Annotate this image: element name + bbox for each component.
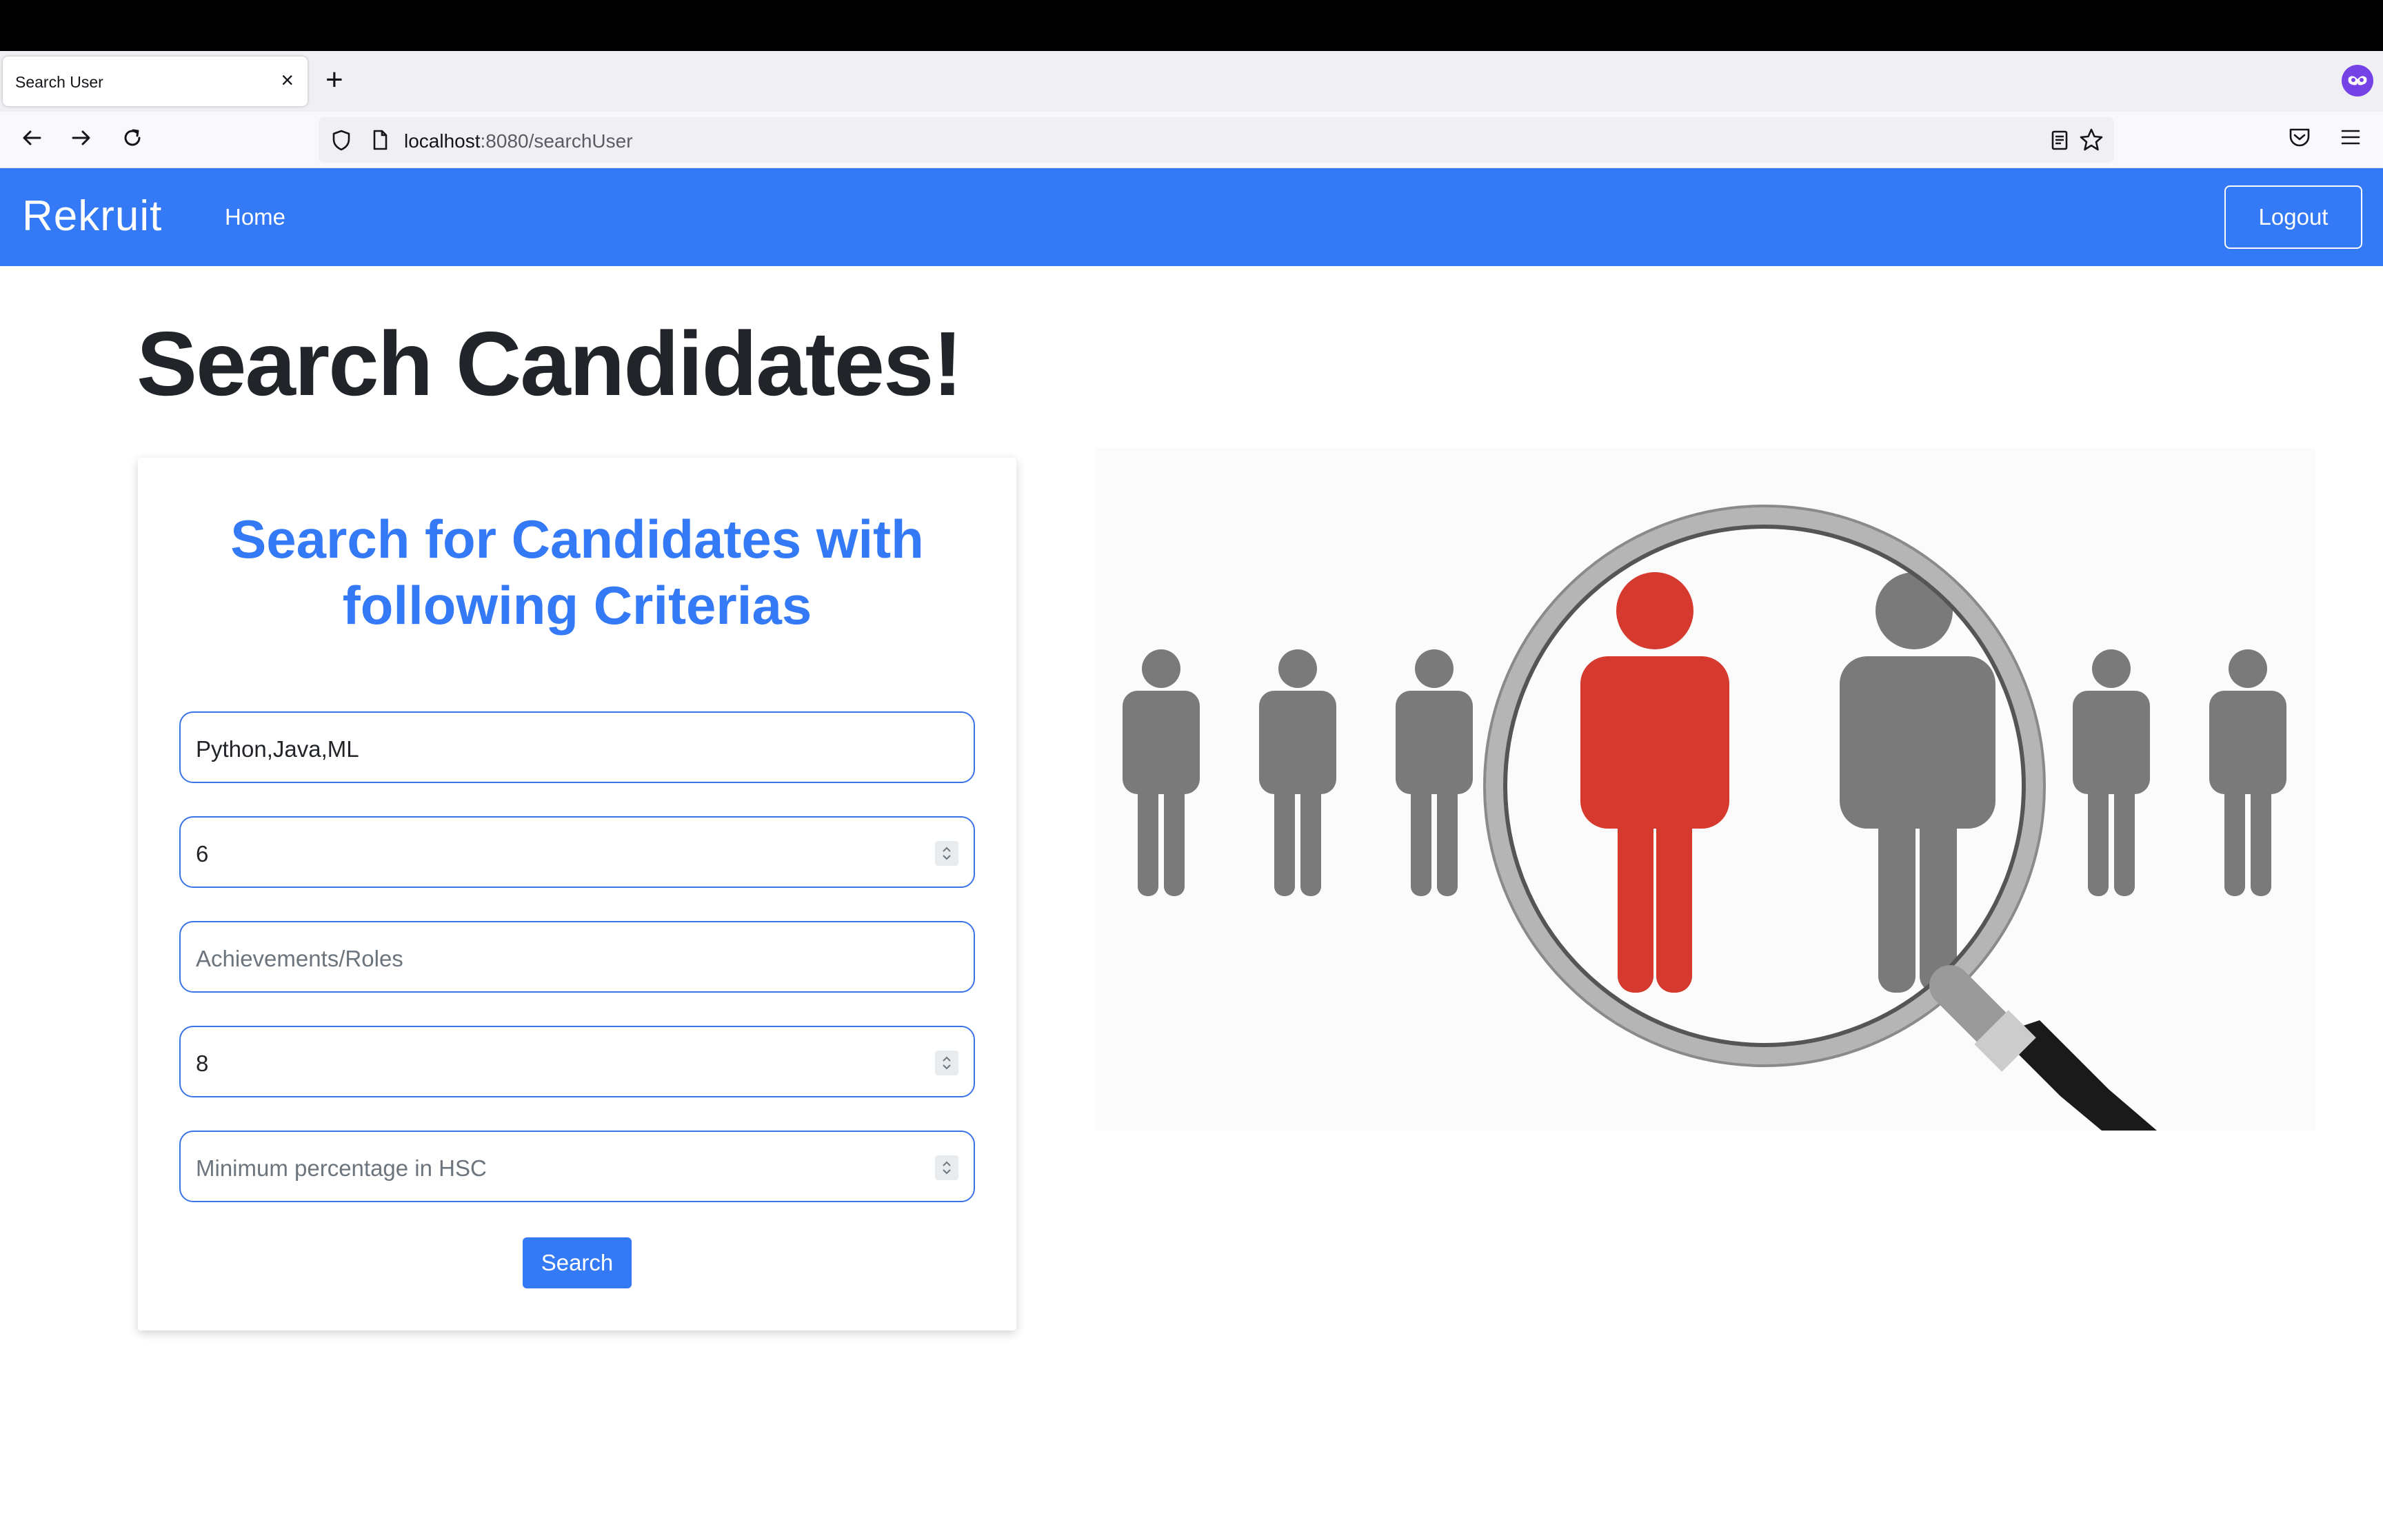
- experience-input-value: 6: [196, 841, 209, 867]
- cgpa-stepper-icon[interactable]: [935, 1051, 958, 1075]
- page-title: Search Candidates!: [137, 313, 963, 414]
- back-arrow-icon[interactable]: [18, 124, 48, 154]
- url-bar[interactable]: localhost:8080/searchUser: [319, 117, 2114, 163]
- brand-logo[interactable]: Rekruit: [22, 192, 162, 241]
- reload-icon[interactable]: [119, 124, 149, 154]
- search-button[interactable]: Search: [523, 1237, 632, 1288]
- hamburger-menu-icon[interactable]: [2337, 124, 2364, 154]
- hsc-percentage-input[interactable]: Minimum percentage in HSC: [179, 1131, 975, 1202]
- cgpa-input-value: 8: [196, 1051, 209, 1076]
- private-browsing-icon[interactable]: [2342, 65, 2373, 97]
- forward-arrow-icon[interactable]: [68, 124, 98, 154]
- candidate-search-illustration: [1095, 448, 2315, 1131]
- browser-tab-strip: Search User × +: [0, 51, 2383, 112]
- bookmark-star-icon[interactable]: [2078, 127, 2104, 156]
- form-title: Search for Candidates with following Cri…: [230, 509, 924, 636]
- tab-close-icon[interactable]: ×: [281, 69, 294, 91]
- shield-icon[interactable]: [330, 128, 353, 155]
- page-info-icon[interactable]: [368, 128, 392, 155]
- url-host: localhost: [404, 130, 481, 152]
- hsc-stepper-icon[interactable]: [935, 1155, 958, 1180]
- nav-link-home[interactable]: Home: [225, 204, 285, 230]
- experience-number-input[interactable]: 6: [179, 816, 975, 888]
- achievements-placeholder: Achievements/Roles: [196, 946, 403, 971]
- hsc-percentage-placeholder: Minimum percentage in HSC: [196, 1155, 487, 1181]
- app-navbar: Rekruit Home Logout: [0, 168, 2383, 266]
- browser-toolbar: localhost:8080/searchUser: [0, 112, 2383, 168]
- url-path: :8080/searchUser: [480, 130, 633, 152]
- logout-button[interactable]: Logout: [2224, 185, 2362, 249]
- macos-top-bar: [0, 0, 2383, 51]
- tab-search-user[interactable]: Search User ×: [3, 57, 308, 106]
- achievements-input[interactable]: Achievements/Roles: [179, 921, 975, 993]
- tab-title: Search User: [15, 73, 103, 91]
- skills-input[interactable]: Python,Java,ML: [179, 711, 975, 783]
- skills-input-value: Python,Java,ML: [196, 736, 359, 762]
- experience-stepper-icon[interactable]: [935, 841, 958, 866]
- new-tab-button[interactable]: +: [325, 65, 343, 95]
- pocket-icon[interactable]: [2286, 124, 2313, 154]
- search-form-card: Search for Candidates with following Cri…: [138, 458, 1016, 1330]
- cgpa-number-input[interactable]: 8: [179, 1026, 975, 1097]
- url-text[interactable]: localhost:8080/searchUser: [404, 130, 633, 152]
- reader-view-icon[interactable]: [2048, 128, 2071, 155]
